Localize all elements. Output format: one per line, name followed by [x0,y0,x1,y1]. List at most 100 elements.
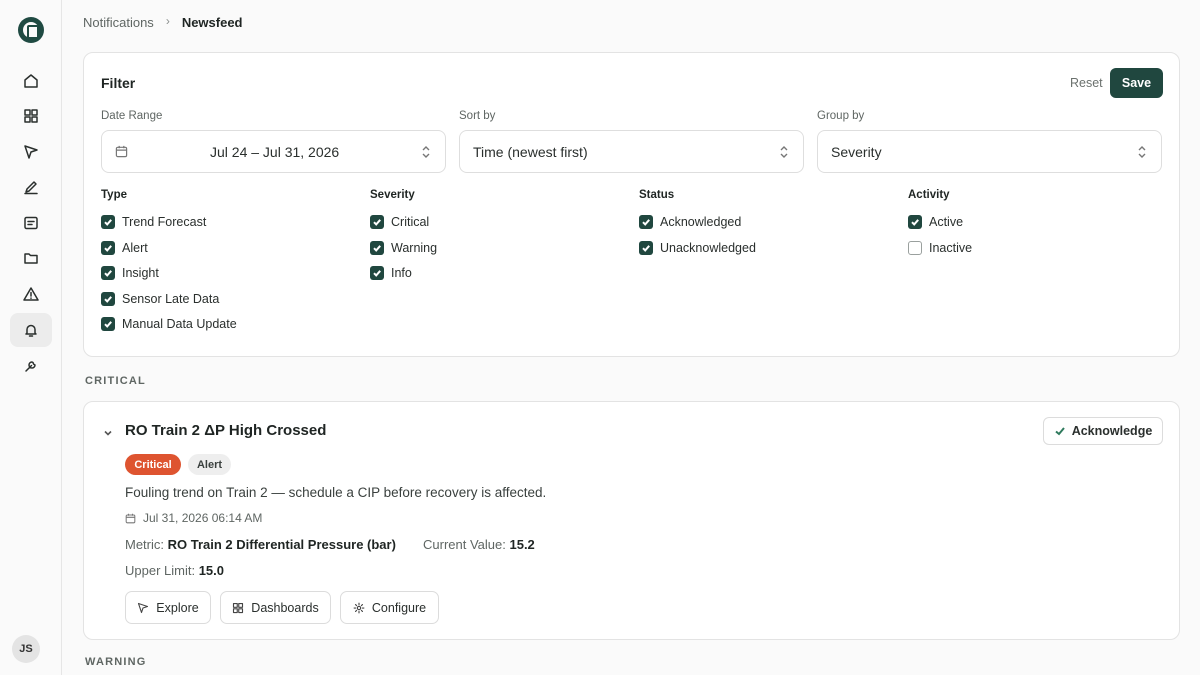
checkbox-checked-icon[interactable] [101,215,115,229]
checkbox-checked-icon[interactable] [101,240,115,255]
checkbox-checked-icon[interactable] [908,215,922,229]
checkbox-checked-icon[interactable] [101,317,115,331]
checkbox-checked-icon[interactable] [370,240,384,255]
filter-title: Filter [101,75,136,91]
date-range-select[interactable]: Jul 24 – Jul 31, 2026 [101,130,446,173]
current-value-row: Current Value: 15.2 [423,537,535,552]
sidebar-item-messages[interactable] [10,206,52,240]
sort-by-value: Time (newest first) [473,143,588,160]
calendar-icon [115,145,128,158]
configure-label: Configure [371,600,427,615]
calendar-icon [125,513,136,523]
checkbox-checked-icon[interactable] [639,240,653,255]
sidebar-item-explore[interactable] [10,135,52,169]
configure-button[interactable]: Configure [340,591,439,624]
type-badge: Alert [188,454,231,475]
home-icon [24,74,38,88]
severity-badge: Critical [125,454,181,475]
checkbox-type-sensor-late-data[interactable]: Sensor Late Data [101,291,220,306]
breadcrumb-newsfeed: Newsfeed [181,15,243,30]
alert-description: Fouling trend on Train 2 — schedule a CI… [125,485,547,500]
cursor-icon [138,602,149,613]
breadcrumb: Notifications › Newsfeed [83,14,243,31]
sidebar-item-notifications[interactable] [10,313,52,347]
checkbox-label: Active [929,215,964,229]
checkbox-type-insight[interactable]: Insight [101,266,159,280]
section-label-warning: WARNING [85,656,147,668]
date-range-value: Jul 24 – Jul 31, 2026 [210,143,340,160]
checkbox-label: Sensor Late Data [122,291,220,306]
explore-label: Explore [156,600,199,615]
status-group-title: Status [639,189,675,201]
chevron-updown-icon [421,145,431,159]
checkbox-status-unacknowledged[interactable]: Unacknowledged [639,240,756,255]
checkbox-severity-critical[interactable]: Critical [370,215,429,229]
checkbox-unchecked-icon[interactable] [908,240,922,255]
checkbox-label: Acknowledged [660,215,742,229]
upper-limit-label: Upper Limit: [125,563,196,578]
breadcrumb-notifications[interactable]: Notifications [83,15,154,30]
dashboards-button[interactable]: Dashboards [220,591,331,624]
checkbox-type-trend-forecast[interactable]: Trend Forecast [101,215,206,229]
checkbox-checked-icon[interactable] [101,291,115,306]
app-logo-icon[interactable] [18,17,44,43]
checkbox-type-alert[interactable]: Alert [101,240,148,255]
sidebar-item-edit[interactable] [10,170,52,204]
sidebar: JS [0,0,62,675]
checkbox-checked-icon[interactable] [101,266,115,280]
sidebar-item-dashboards[interactable] [10,99,52,133]
avatar[interactable]: JS [12,635,40,663]
chevron-down-icon[interactable] [103,426,113,441]
sidebar-item-home[interactable] [10,64,52,98]
date-range-label: Date Range [101,110,163,122]
acknowledge-button[interactable]: Acknowledge [1043,417,1163,445]
sidebar-item-alerts[interactable] [10,277,52,311]
save-button[interactable]: Save [1110,68,1163,98]
checkbox-label: Alert [122,240,148,255]
folder-icon [24,253,38,264]
checkbox-checked-icon[interactable] [370,215,384,229]
checkbox-activity-inactive[interactable]: Inactive [908,240,972,255]
checkbox-label: Info [391,266,412,280]
check-icon [1055,427,1065,436]
checkbox-label: Unacknowledged [660,240,756,255]
activity-group-title: Activity [908,189,950,201]
sidebar-item-tools[interactable] [10,349,52,383]
metric-row: Metric: RO Train 2 Differential Pressure… [125,537,396,552]
checkbox-type-manual-data-update[interactable]: Manual Data Update [101,317,237,331]
grid-icon [24,109,38,123]
timestamp-value: Jul 31, 2026 06:14 AM [143,511,263,525]
reset-button[interactable]: Reset [1070,76,1103,90]
group-by-select[interactable]: Severity [817,130,1162,173]
sidebar-item-files[interactable] [10,241,52,275]
grid-icon [233,602,244,613]
explore-button[interactable]: Explore [125,591,211,624]
checkbox-checked-icon[interactable] [370,266,384,280]
checkbox-label: Warning [391,240,438,255]
type-group-title: Type [101,189,127,201]
gear-icon [353,602,365,613]
checkbox-label: Trend Forecast [122,215,207,229]
group-by-value: Severity [831,143,882,160]
pen-icon [24,181,38,195]
alert-card: RO Train 2 ΔP High Crossed Acknowledge C… [83,401,1180,640]
checkbox-status-acknowledged[interactable]: Acknowledged [639,215,741,229]
checkbox-checked-icon[interactable] [639,215,653,229]
metric-label: Metric: [125,537,164,552]
metric-value: RO Train 2 Differential Pressure (bar) [167,537,396,552]
checkbox-activity-active[interactable]: Active [908,215,963,229]
group-by-label: Group by [817,110,865,122]
cursor-icon [24,145,38,159]
sort-by-select[interactable]: Time (newest first) [459,130,804,173]
dashboards-label: Dashboards [251,600,319,615]
checkbox-severity-info[interactable]: Info [370,266,412,280]
checkbox-label: Critical [391,215,430,229]
wrench-icon [25,361,36,372]
current-value: 15.2 [509,537,535,552]
checkbox-severity-warning[interactable]: Warning [370,240,438,255]
upper-limit-value: 15.0 [198,563,225,578]
filter-panel: Filter Reset Save Date Range Jul 24 – Ju… [83,52,1180,357]
message-icon [24,216,38,230]
alert-title: RO Train 2 ΔP High Crossed [125,422,327,439]
checkbox-label: Insight [122,266,159,280]
